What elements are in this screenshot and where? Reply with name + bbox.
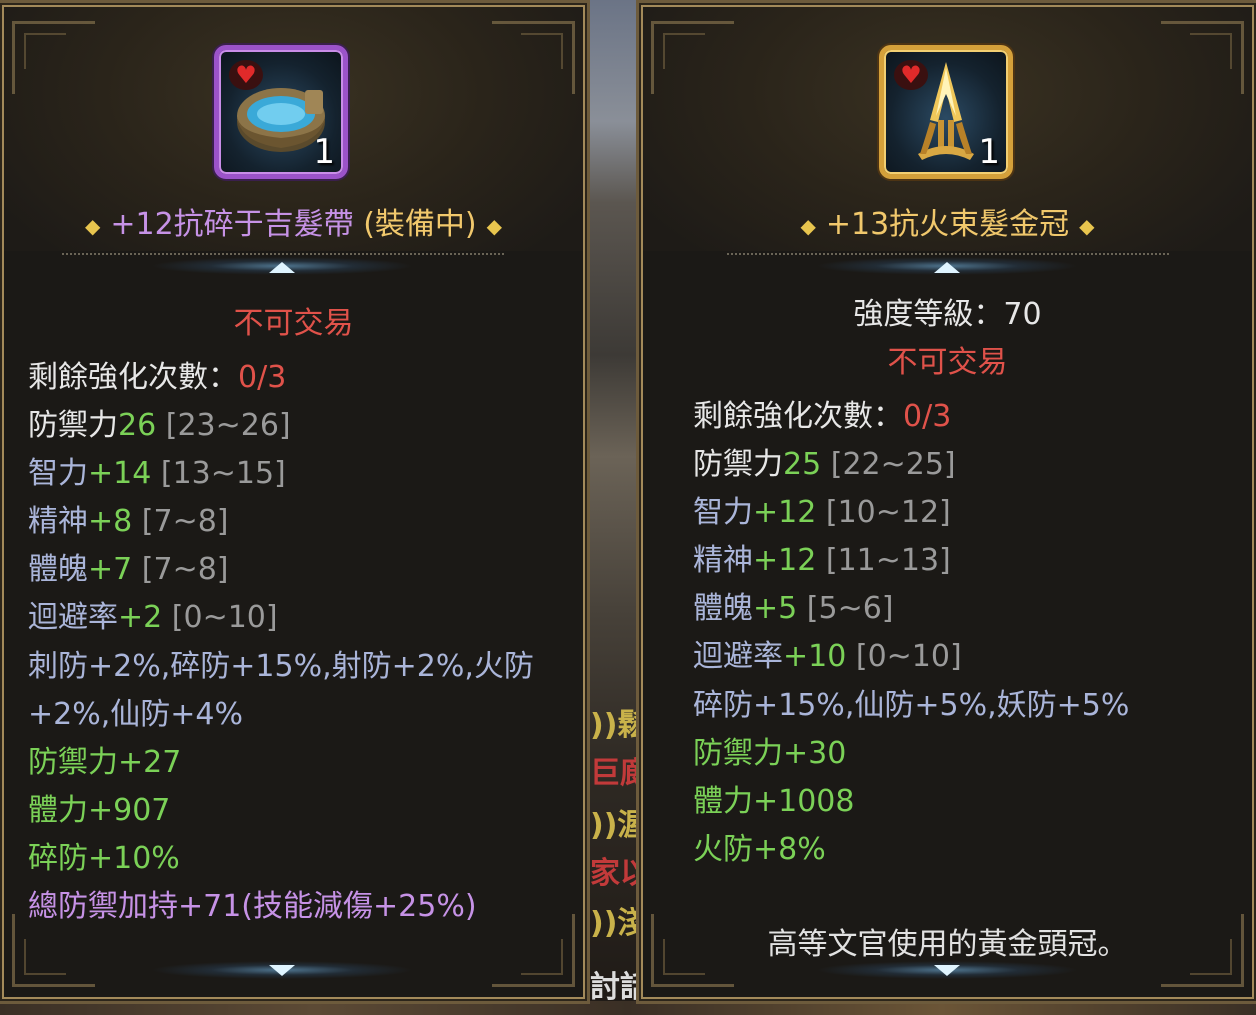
stat-range: [0~10] [855, 639, 962, 674]
stat-range: [23~26] [165, 408, 291, 443]
resistance-line: 碎防+15%,仙防+5%,妖防+5% [693, 688, 1130, 723]
diamond-icon: ◆ [84, 213, 101, 238]
ornament-corner [521, 33, 563, 69]
stat-value: +12 [753, 495, 817, 530]
enhance-label: 剩餘強化次數： [28, 360, 238, 395]
stat-value: +10 [783, 639, 847, 674]
stat-value: +5 [753, 591, 798, 626]
bonus-hp: 體力+1008 [693, 784, 855, 819]
stat-defense: 防禦力25 [22~25] [693, 445, 956, 485]
stat-range: [22~25] [830, 447, 956, 482]
item-slot[interactable]: ♥ 1 [214, 45, 348, 179]
bonus-defense: 防禦力+30 [693, 736, 847, 771]
stat-name: 智力 [693, 495, 753, 530]
ornament-corner [521, 939, 563, 975]
item-tooltip-headband: ♥ 1 ◆ +12抗碎于吉髮帶 (裝備中) ◆ 不可交易 剩餘強化次數：0/3 防禦… [0, 0, 590, 1004]
stat-range: [7~8] [141, 552, 229, 587]
enhance-label: 剩餘強化次數： [693, 399, 903, 434]
scroll-down-arrow-icon[interactable] [934, 965, 960, 976]
bonus-resist: 碎防+10% [28, 841, 180, 876]
item-quantity: 1 [313, 132, 335, 172]
bonus-hp: 體力+907 [28, 793, 171, 828]
stat-defense: 防禦力26 [23~26] [28, 406, 291, 446]
resistance-line: 刺防+2%,碎防+15%,射防+2%,火防 [28, 649, 534, 684]
stat-value: 26 [118, 408, 157, 443]
trade-restriction: 不可交易 [233, 306, 354, 341]
ornament-corner [24, 939, 66, 975]
stat-value: 25 [783, 447, 822, 482]
stat-name: 防禦力 [693, 447, 783, 482]
stat-value: +14 [88, 456, 152, 491]
item-name-row: ◆ +12抗碎于吉髮帶 (裝備中) ◆ [0, 199, 587, 243]
stat-range: [11~13] [825, 543, 951, 578]
ornament-corner [663, 33, 705, 69]
scroll-down-arrow-icon[interactable] [269, 965, 295, 976]
equipped-status: (裝備中) [363, 207, 477, 242]
bonus-defense: 防禦力+27 [28, 745, 182, 780]
enhance-value: 0/3 [238, 360, 287, 395]
chat-fragment: 家以 [590, 856, 636, 891]
stat-name: 迴避率 [28, 600, 118, 635]
item-description: 高等文官使用的黃金頭冠。 [767, 927, 1128, 962]
scroll-up-arrow-icon[interactable] [269, 262, 295, 273]
item-slot[interactable]: ♥ 1 [879, 45, 1013, 179]
enhance-count: 剩餘強化次數：0/3 [693, 397, 951, 437]
stat-physique: 體魄+5 [5~6] [693, 589, 894, 629]
stat-evasion: 迴避率+10 [0~10] [693, 637, 962, 677]
item-name: +12抗碎于吉髮帶 [110, 207, 354, 242]
stat-name: 迴避率 [693, 639, 783, 674]
stat-range: [0~10] [171, 600, 278, 635]
ornament-corner [1190, 33, 1232, 69]
chat-fragment: ))渥 [590, 808, 636, 843]
stat-name: 防禦力 [28, 408, 118, 443]
item-tooltip-crown: ♥ 1 ◆ +13抗火束髮金冠 ◆ 強度等級：70 不可交易 剩餘強化次數：0/3 … [636, 0, 1256, 1004]
chat-fragment: ))鬆 [590, 708, 636, 743]
stat-value: +2 [118, 600, 163, 635]
stat-range: [7~8] [141, 504, 229, 539]
chat-fragment: 巨廊 [590, 756, 636, 791]
bonus-resist: 火防+8% [693, 832, 826, 867]
item-quantity: 1 [978, 132, 1000, 172]
stat-name: 智力 [28, 456, 88, 491]
stat-evasion: 迴避率+2 [0~10] [28, 598, 278, 638]
enhance-value: 0/3 [903, 399, 952, 434]
diamond-icon: ◆ [800, 213, 816, 238]
stat-spirit: 精神+8 [7~8] [28, 502, 229, 542]
stat-spirit: 精神+12 [11~13] [693, 541, 951, 581]
item-name-row: ◆ +13抗火束髮金冠 ◆ [639, 199, 1256, 243]
stat-name: 精神 [28, 504, 88, 539]
stat-physique: 體魄+7 [7~8] [28, 550, 229, 590]
favorite-heart-icon: ♥ [229, 60, 263, 90]
stat-value: +8 [88, 504, 133, 539]
stat-intelligence: 智力+14 [13~15] [28, 454, 286, 494]
stat-value: +12 [753, 543, 817, 578]
stat-value: +7 [88, 552, 133, 587]
trade-restriction: 不可交易 [887, 345, 1008, 380]
item-name: +13抗火束髮金冠 [825, 207, 1070, 242]
scroll-up-arrow-icon[interactable] [934, 262, 960, 273]
stat-intelligence: 智力+12 [10~12] [693, 493, 951, 533]
stat-range: [10~12] [825, 495, 951, 530]
set-bonus: 總防禦加持+71(技能減傷+25%) [28, 889, 477, 924]
ornament-corner [24, 33, 66, 69]
diamond-icon: ◆ [486, 213, 503, 238]
diamond-icon: ◆ [1079, 213, 1095, 238]
divider [727, 253, 1169, 255]
strength-level-label: 強度等級： [853, 297, 1004, 332]
chat-fragment: ))淺 [590, 906, 636, 941]
resistance-line: +2%,仙防+4% [28, 697, 243, 732]
stat-range: [5~6] [806, 591, 894, 626]
strength-level: 強度等級：70 [639, 295, 1256, 335]
stat-name: 精神 [693, 543, 753, 578]
strength-level-value: 70 [1003, 297, 1042, 332]
stat-name: 體魄 [693, 591, 753, 626]
favorite-heart-icon: ♥ [894, 60, 928, 90]
stat-name: 體魄 [28, 552, 88, 587]
chat-fragment: 討話 [590, 970, 636, 1005]
enhance-count: 剩餘強化次數：0/3 [28, 358, 286, 398]
divider [62, 253, 504, 255]
stat-range: [13~15] [160, 456, 286, 491]
